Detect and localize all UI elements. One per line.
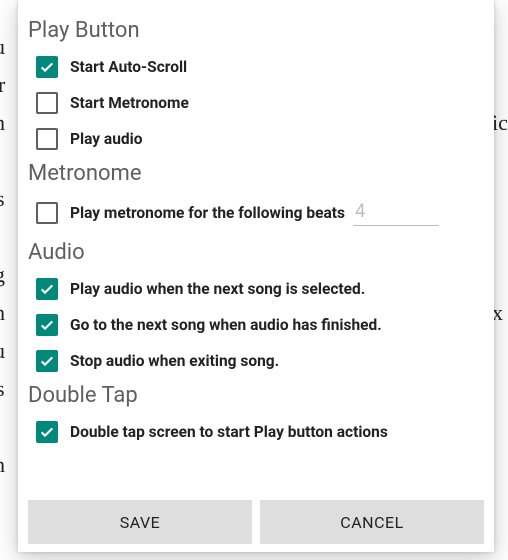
option-audio-stop-exit[interactable]: Stop audio when exiting song.: [28, 343, 484, 379]
checkbox-start-metronome[interactable]: [36, 92, 58, 114]
option-play-audio[interactable]: Play audio: [28, 121, 484, 157]
option-metronome-beats[interactable]: Play metronome for the following beats: [28, 192, 484, 236]
checkbox-audio-next-selected[interactable]: [36, 278, 58, 300]
section-title-double-tap: Double Tap: [28, 383, 484, 408]
check-icon: [39, 281, 55, 297]
cancel-button[interactable]: CANCEL: [260, 500, 484, 544]
beats-input[interactable]: [353, 199, 439, 226]
save-button[interactable]: SAVE: [28, 500, 252, 544]
checkbox-start-auto-scroll[interactable]: [36, 56, 58, 78]
checkbox-double-tap[interactable]: [36, 421, 58, 443]
check-icon: [39, 353, 55, 369]
option-start-auto-scroll[interactable]: Start Auto-Scroll: [28, 49, 484, 85]
section-title-metronome: Metronome: [28, 161, 484, 186]
play-settings-dialog: Play Button Start Auto-Scroll Start Metr…: [18, 0, 494, 552]
option-label: Start Auto-Scroll: [70, 58, 187, 76]
section-title-play-button: Play Button: [28, 18, 484, 43]
check-icon: [39, 59, 55, 75]
option-label: Play metronome for the following beats: [70, 204, 345, 222]
checkbox-play-audio[interactable]: [36, 128, 58, 150]
option-audio-next-selected[interactable]: Play audio when the next song is selecte…: [28, 271, 484, 307]
check-icon: [39, 317, 55, 333]
option-double-tap[interactable]: Double tap screen to start Play button a…: [28, 414, 484, 450]
dialog-button-row: SAVE CANCEL: [28, 492, 484, 544]
checkbox-audio-go-next[interactable]: [36, 314, 58, 336]
option-label: Start Metronome: [70, 94, 189, 112]
checkbox-metronome-beats[interactable]: [36, 202, 58, 224]
section-title-audio: Audio: [28, 240, 484, 265]
option-label: Play audio when the next song is selecte…: [70, 280, 365, 298]
option-label: Stop audio when exiting song.: [70, 352, 279, 370]
option-label: Play audio: [70, 130, 142, 148]
option-label: Double tap screen to start Play button a…: [70, 423, 388, 441]
option-label: Go to the next song when audio has finis…: [70, 316, 382, 334]
check-icon: [39, 424, 55, 440]
checkbox-audio-stop-exit[interactable]: [36, 350, 58, 372]
option-audio-go-next[interactable]: Go to the next song when audio has finis…: [28, 307, 484, 343]
option-start-metronome[interactable]: Start Metronome: [28, 85, 484, 121]
